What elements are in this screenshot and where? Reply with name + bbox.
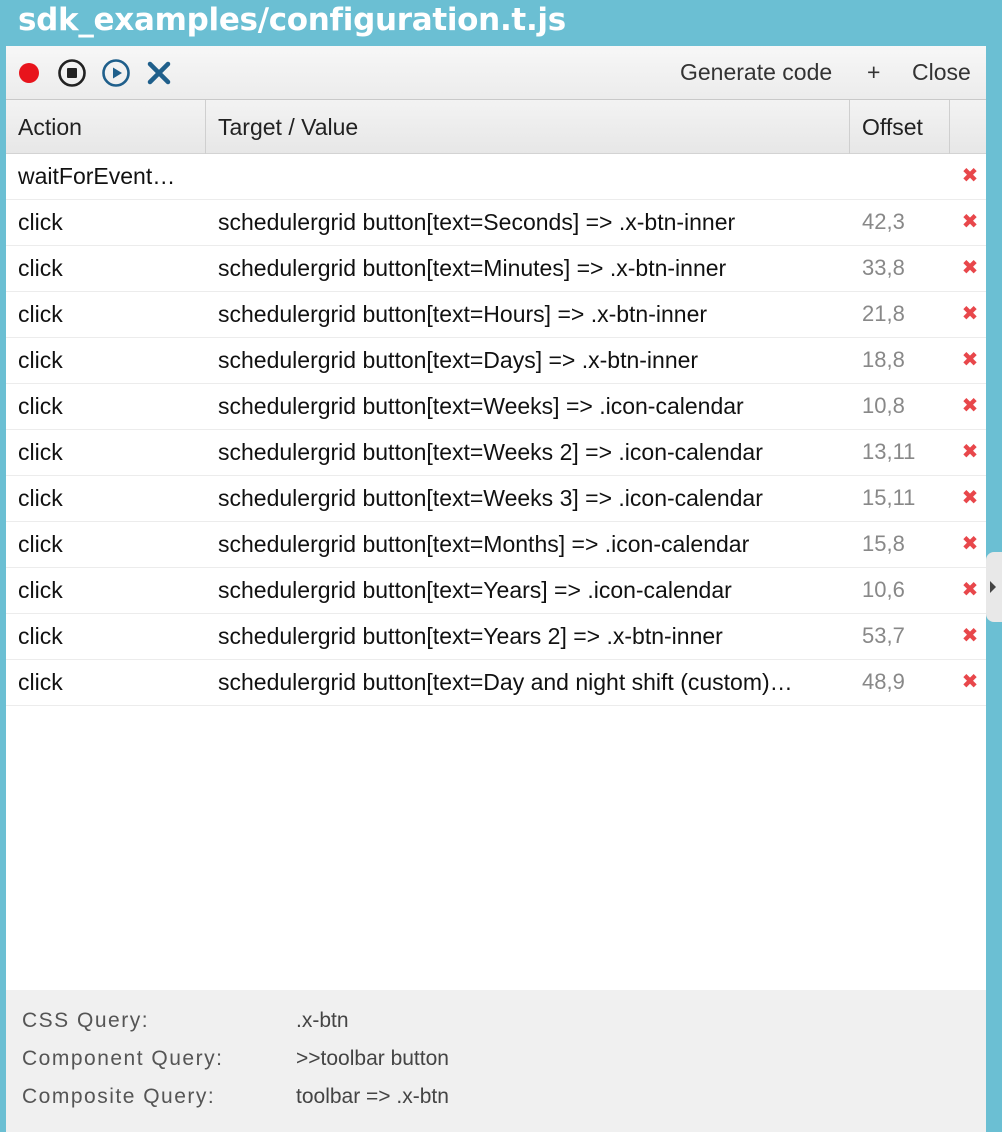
action-cell: click [18, 393, 63, 419]
offset-cell: 10,6 [862, 577, 905, 602]
offset-cell [862, 154, 952, 199]
query-value[interactable]: toolbar => .x-btn [296, 1078, 449, 1116]
action-cell: click [18, 255, 63, 281]
table-row[interactable]: click schedulergrid button[text=Years] =>… [6, 568, 986, 614]
delete-row-icon[interactable]: ✖ [960, 154, 980, 199]
delete-row-icon[interactable]: ✖ [960, 522, 980, 567]
query-label: Composite Query: [22, 1085, 216, 1108]
action-grid-body: waitForEvent… ✖ click schedulergrid button[… [6, 154, 986, 706]
target-cell: schedulergrid button[text=Weeks 2] => .i… [218, 439, 763, 465]
action-cell: click [18, 623, 63, 649]
collapse-handle[interactable] [986, 552, 1002, 622]
column-header-offset[interactable]: Offset [850, 100, 950, 154]
delete-row-icon[interactable]: ✖ [960, 246, 980, 291]
offset-cell: 15,8 [862, 531, 905, 556]
offset-cell: 21,8 [862, 301, 905, 326]
window-title: sdk_examples/configuration.t.js [18, 2, 566, 38]
query-label: CSS Query: [22, 1009, 150, 1032]
table-row[interactable]: click schedulergrid button[text=Minutes] … [6, 246, 986, 292]
table-row[interactable]: click schedulergrid button[text=Months] =… [6, 522, 986, 568]
target-cell: schedulergrid button[text=Day and night … [218, 669, 793, 695]
target-cell: schedulergrid button[text=Minutes] => .x… [218, 255, 727, 281]
record-icon[interactable] [14, 58, 44, 88]
offset-cell: 15,11 [862, 485, 916, 510]
table-row[interactable]: click schedulergrid button[text=Seconds] … [6, 200, 986, 246]
target-cell: schedulergrid button[text=Days] => .x-bt… [218, 347, 699, 373]
delete-row-icon[interactable]: ✖ [960, 200, 980, 245]
column-header-action[interactable]: Action [6, 100, 206, 154]
delete-row-icon[interactable]: ✖ [960, 430, 980, 475]
offset-cell: 10,8 [862, 393, 905, 418]
table-row[interactable]: click schedulergrid button[text=Weeks 2] … [6, 430, 986, 476]
play-icon[interactable] [101, 58, 131, 88]
target-cell: schedulergrid button[text=Months] => .ic… [218, 531, 750, 557]
action-cell: click [18, 669, 63, 695]
action-cell: waitForEvent… [18, 163, 176, 189]
delete-row-icon[interactable]: ✖ [960, 338, 980, 383]
action-cell: click [18, 301, 63, 327]
action-cell: click [18, 485, 63, 511]
table-row[interactable]: click schedulergrid button[text=Weeks 3] … [6, 476, 986, 522]
target-cell: schedulergrid button[text=Seconds] => .x… [218, 209, 736, 235]
delete-row-icon[interactable]: ✖ [960, 660, 980, 705]
delete-row-icon[interactable]: ✖ [960, 568, 980, 613]
offset-cell: 53,7 [862, 623, 905, 648]
query-footer: CSS Query: .x-btn Component Query: >>too… [6, 990, 986, 1132]
close-x-icon[interactable] [144, 58, 174, 88]
target-cell: schedulergrid button[text=Years 2] => .x… [218, 623, 723, 649]
target-cell: schedulergrid button[text=Years] => .ico… [218, 577, 732, 603]
delete-row-icon[interactable]: ✖ [960, 292, 980, 337]
query-value[interactable]: .x-btn [296, 1002, 349, 1040]
query-label: Component Query: [22, 1047, 224, 1070]
recorder-toolbar: Generate code + Close [6, 46, 986, 100]
table-row[interactable]: waitForEvent… ✖ [6, 154, 986, 200]
generate-code-button[interactable]: Generate code [680, 46, 832, 100]
add-button[interactable]: + [867, 46, 880, 100]
close-button[interactable]: Close [912, 46, 971, 100]
action-cell: click [18, 531, 63, 557]
delete-row-icon[interactable]: ✖ [960, 384, 980, 429]
offset-cell: 42,3 [862, 209, 905, 234]
column-header-target[interactable]: Target / Value [206, 100, 850, 154]
offset-cell: 33,8 [862, 255, 905, 280]
query-value[interactable]: >>toolbar button [296, 1040, 449, 1078]
target-cell: schedulergrid button[text=Hours] => .x-b… [218, 301, 708, 327]
recorder-panel: Generate code + Close Action Target / Va… [6, 46, 986, 1132]
action-cell: click [18, 347, 63, 373]
delete-row-icon[interactable]: ✖ [960, 476, 980, 521]
target-cell: schedulergrid button[text=Weeks] => .ico… [218, 393, 744, 419]
table-row[interactable]: click schedulergrid button[text=Day and n… [6, 660, 986, 706]
offset-cell: 13,11 [862, 439, 916, 464]
action-cell: click [18, 577, 63, 603]
target-cell [218, 154, 848, 199]
offset-cell: 18,8 [862, 347, 905, 372]
table-row[interactable]: click schedulergrid button[text=Days] => … [6, 338, 986, 384]
delete-row-icon[interactable]: ✖ [960, 614, 980, 659]
action-cell: click [18, 209, 63, 235]
table-row[interactable]: click schedulergrid button[text=Weeks] =>… [6, 384, 986, 430]
action-cell: click [18, 439, 63, 465]
stop-icon[interactable] [57, 58, 87, 88]
grid-header: Action Target / Value Offset [6, 100, 986, 154]
offset-cell: 48,9 [862, 669, 905, 694]
target-cell: schedulergrid button[text=Weeks 3] => .i… [218, 485, 763, 511]
table-row[interactable]: click schedulergrid button[text=Years 2] … [6, 614, 986, 660]
table-row[interactable]: click schedulergrid button[text=Hours] =>… [6, 292, 986, 338]
